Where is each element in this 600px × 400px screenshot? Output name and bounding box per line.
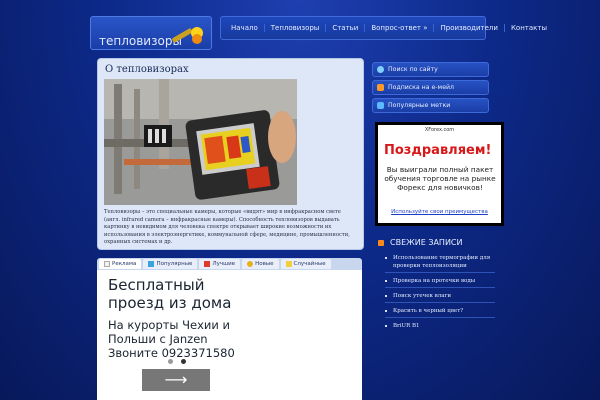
tab-best[interactable]: Лучшие (199, 259, 241, 269)
nav-contacts[interactable]: Контакты (505, 24, 553, 32)
tab-random[interactable]: Случайные (280, 259, 331, 269)
tabs-bar: Реклама Популярные Лучшие Новые Случайны… (97, 258, 362, 270)
divider (385, 272, 495, 273)
carousel-dot-active[interactable] (181, 359, 186, 364)
chart-icon (148, 261, 155, 267)
nav-manufacturers[interactable]: Производители (434, 24, 505, 32)
divider (385, 302, 495, 303)
recent-post-link[interactable]: Красить в черный цвет? (385, 307, 495, 315)
ad-link[interactable]: Используйте свои преимущества (378, 209, 501, 215)
nav-faq[interactable]: Вопрос-ответ » (365, 24, 435, 32)
tab-popular[interactable]: Популярные (143, 259, 198, 269)
ad-message: Вы выиграли полный пакет обучения торгов… (384, 165, 496, 192)
ad-headline: Поздравляем! (384, 143, 492, 158)
tag-icon (377, 102, 384, 109)
ad-banner-right[interactable]: XForex.com Поздравляем! Вы выиграли полн… (375, 122, 504, 226)
search-site-button[interactable]: Поиск по сайту (372, 62, 489, 77)
tab-label: Новые (255, 261, 274, 267)
post-title[interactable]: О тепловизорах (105, 64, 189, 75)
heading-label: СВЕЖИЕ ЗАПИСИ (390, 238, 463, 247)
tab-label: Популярные (156, 261, 193, 267)
tab-label: Реклама (112, 261, 137, 267)
arrow-right-icon[interactable]: ⟶ (142, 369, 210, 391)
shuffle-icon (285, 261, 292, 267)
recent-post-link[interactable]: Проверка на протечки воды (385, 277, 495, 285)
divider (385, 317, 495, 318)
tab-ads[interactable]: Реклама (99, 259, 142, 269)
recent-post-link[interactable]: BriUR B1 (385, 322, 495, 330)
email-subscribe-button[interactable]: Подписка на e-мейл (372, 80, 489, 95)
thermometer-logo-icon (172, 27, 203, 44)
nav-thermal-imagers[interactable]: Тепловизоры (265, 24, 327, 32)
nav-home[interactable]: Начало (225, 24, 265, 32)
post-image (104, 79, 297, 205)
button-label: Подписка на e-мейл (388, 84, 454, 91)
nav-articles[interactable]: Статьи (326, 24, 366, 32)
popular-tags-button[interactable]: Популярные метки (372, 98, 489, 113)
tab-label: Случайные (293, 261, 326, 267)
search-icon (377, 66, 384, 73)
divider (385, 287, 495, 288)
recent-post-link[interactable]: Использование термографии для проверки т… (385, 254, 495, 270)
bullet-icon (378, 239, 384, 246)
tab-new[interactable]: Новые (242, 259, 279, 269)
tab-label: Лучшие (212, 261, 236, 267)
button-label: Популярные метки (388, 102, 451, 109)
recent-post-link[interactable]: Поиск утечек влаги (385, 292, 495, 300)
carousel-dot[interactable] (168, 359, 173, 364)
recent-posts-heading: СВЕЖИЕ ЗАПИСИ (378, 238, 463, 247)
page-icon (104, 261, 110, 267)
ad-content: XForex.com Поздравляем! Вы выиграли полн… (378, 125, 501, 223)
post-text: Тепловизоры – это специальные камеры, ко… (104, 209, 350, 245)
main-nav: Начало Тепловизоры Статьи Вопрос-ответ »… (220, 16, 547, 40)
sidebar-buttons: Поиск по сайту Подписка на e-мейл Популя… (372, 62, 489, 116)
ad-title[interactable]: Бесплатный проезд из дома (108, 276, 250, 312)
ad-banner-left[interactable]: Бесплатный проезд из дома На курорты Чех… (104, 274, 250, 400)
carousel-dots (168, 359, 186, 364)
button-label: Поиск по сайту (388, 66, 438, 73)
site-logo[interactable]: тепловизоры (90, 16, 212, 50)
post-card: О тепловизорах Тепловизоры – это специал… (97, 58, 364, 250)
recent-posts-list: Использование термографии для проверки т… (385, 254, 495, 335)
ad-body[interactable]: На курорты Чехии и Польши с Janzen Звони… (108, 318, 250, 360)
star-icon (204, 261, 211, 267)
clock-icon (247, 261, 254, 267)
ad-brand: XForex.com (424, 127, 455, 133)
rss-icon (377, 84, 384, 91)
